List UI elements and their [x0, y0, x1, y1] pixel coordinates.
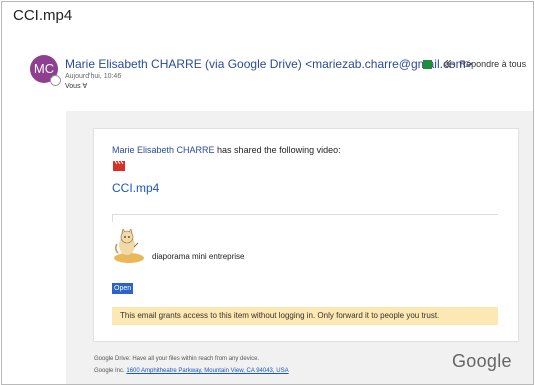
shared-text: has shared the following video: [214, 145, 341, 155]
recipients-toggle[interactable]: Vous ∀ [65, 82, 87, 90]
email-window: CCI.mp4 MC Marie Elisabeth CHARRE (via G… [1, 1, 534, 385]
footer-address-link[interactable]: 1600 Amphitheatre Parkway, Mountain View… [126, 368, 288, 374]
avatar-status-dot [50, 75, 61, 86]
footer-address-line: Google Inc. 1600 Amphitheatre Parkway, M… [94, 368, 289, 374]
sender-name[interactable]: Marie Elisabeth CHARRE (via Google Drive… [65, 57, 473, 71]
footer-tagline: Google Drive: Have all your files within… [94, 356, 260, 362]
divider-tick [112, 214, 113, 222]
cat-illustration-icon [114, 229, 144, 263]
file-name-link[interactable]: CCI.mp4 [112, 181, 159, 195]
share-card: Marie Elisabeth CHARRE has shared the fo… [93, 128, 519, 342]
email-date: Aujourd'hui, 10:46 [65, 73, 122, 80]
shared-message: Marie Elisabeth CHARRE has shared the fo… [112, 145, 341, 155]
access-warning: This email grants access to this item wi… [112, 307, 498, 325]
reply-all-button[interactable]: Répondre à tous | v [444, 55, 534, 73]
divider [112, 214, 498, 215]
preview-title[interactable]: diaporama mini entreprise [152, 252, 245, 261]
clapperboard-icon [113, 161, 125, 171]
footer-company: Google Inc. [94, 368, 127, 374]
green-status-icon [423, 60, 432, 69]
open-button[interactable]: Open [112, 283, 134, 294]
reply-all-label: Répondre à tous [459, 59, 527, 69]
sharer-name: Marie Elisabeth CHARRE [112, 145, 215, 155]
email-subject: CCI.mp4 [13, 7, 73, 24]
reply-all-icon [444, 59, 456, 69]
button-separator: | [533, 59, 534, 69]
google-logo: Google [452, 351, 512, 371]
